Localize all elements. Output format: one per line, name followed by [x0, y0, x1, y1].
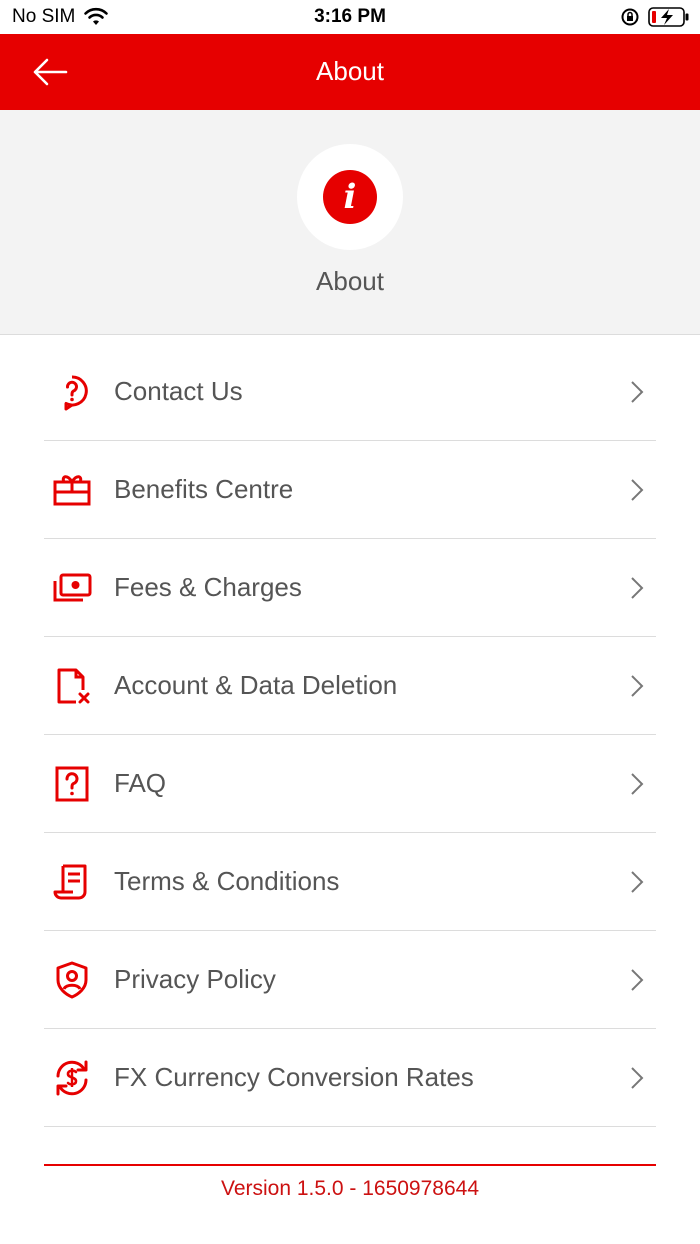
menu-item-benefits-centre[interactable]: Benefits Centre [44, 441, 656, 539]
money-icon [53, 573, 92, 602]
about-menu-list: Contact Us Benefits Centre Fees & Charge… [44, 343, 656, 1127]
menu-item-faq[interactable]: FAQ [44, 735, 656, 833]
info-badge: i [297, 144, 403, 250]
contact-support-icon [64, 375, 88, 411]
menu-item-contact-us[interactable]: Contact Us [44, 343, 656, 441]
orientation-lock-icon [621, 8, 639, 26]
gift-icon [53, 475, 91, 506]
document-icon [53, 864, 87, 900]
about-header: i About [0, 110, 700, 335]
menu-item-label: Benefits Centre [114, 474, 294, 504]
status-right [620, 6, 690, 28]
shield-user-icon [56, 961, 88, 999]
nav-bar: About [0, 34, 700, 110]
chevron-right-icon [631, 577, 644, 599]
chevron-right-icon [631, 381, 644, 403]
status-bar: No SIM 3:16 PM [0, 0, 700, 34]
chevron-right-icon [631, 969, 644, 991]
menu-item-label: FX Currency Conversion Rates [114, 1062, 474, 1092]
menu-item-label: FAQ [114, 768, 167, 798]
page-title: About [316, 56, 384, 86]
menu-item-label: Terms & Conditions [114, 866, 340, 896]
menu-item-fees-charges[interactable]: Fees & Charges [44, 539, 656, 637]
about-heading: About [316, 266, 384, 296]
currency-exchange-icon [56, 1060, 88, 1096]
menu-item-privacy-policy[interactable]: Privacy Policy [44, 931, 656, 1029]
battery-icon [648, 7, 689, 27]
chevron-right-icon [631, 1067, 644, 1089]
file-delete-icon [57, 668, 90, 704]
footer-divider [44, 1164, 656, 1166]
menu-item-label: Contact Us [114, 376, 243, 406]
menu-item-terms-conditions[interactable]: Terms & Conditions [44, 833, 656, 931]
menu-item-account-data-deletion[interactable]: Account & Data Deletion [44, 637, 656, 735]
question-box-icon [55, 766, 89, 802]
menu-item-label: Fees & Charges [114, 572, 302, 602]
menu-item-label: Account & Data Deletion [114, 670, 398, 700]
info-icon: i [323, 170, 377, 224]
chevron-right-icon [631, 871, 644, 893]
chevron-right-icon [631, 479, 644, 501]
menu-item-fx-currency-rates[interactable]: FX Currency Conversion Rates [44, 1029, 656, 1127]
chevron-right-icon [631, 773, 644, 795]
version-label: Version 1.5.0 - 1650978644 [220, 1177, 480, 1200]
status-time: 3:16 PM [314, 6, 386, 27]
menu-item-label: Privacy Policy [114, 964, 276, 994]
chevron-right-icon [631, 675, 644, 697]
